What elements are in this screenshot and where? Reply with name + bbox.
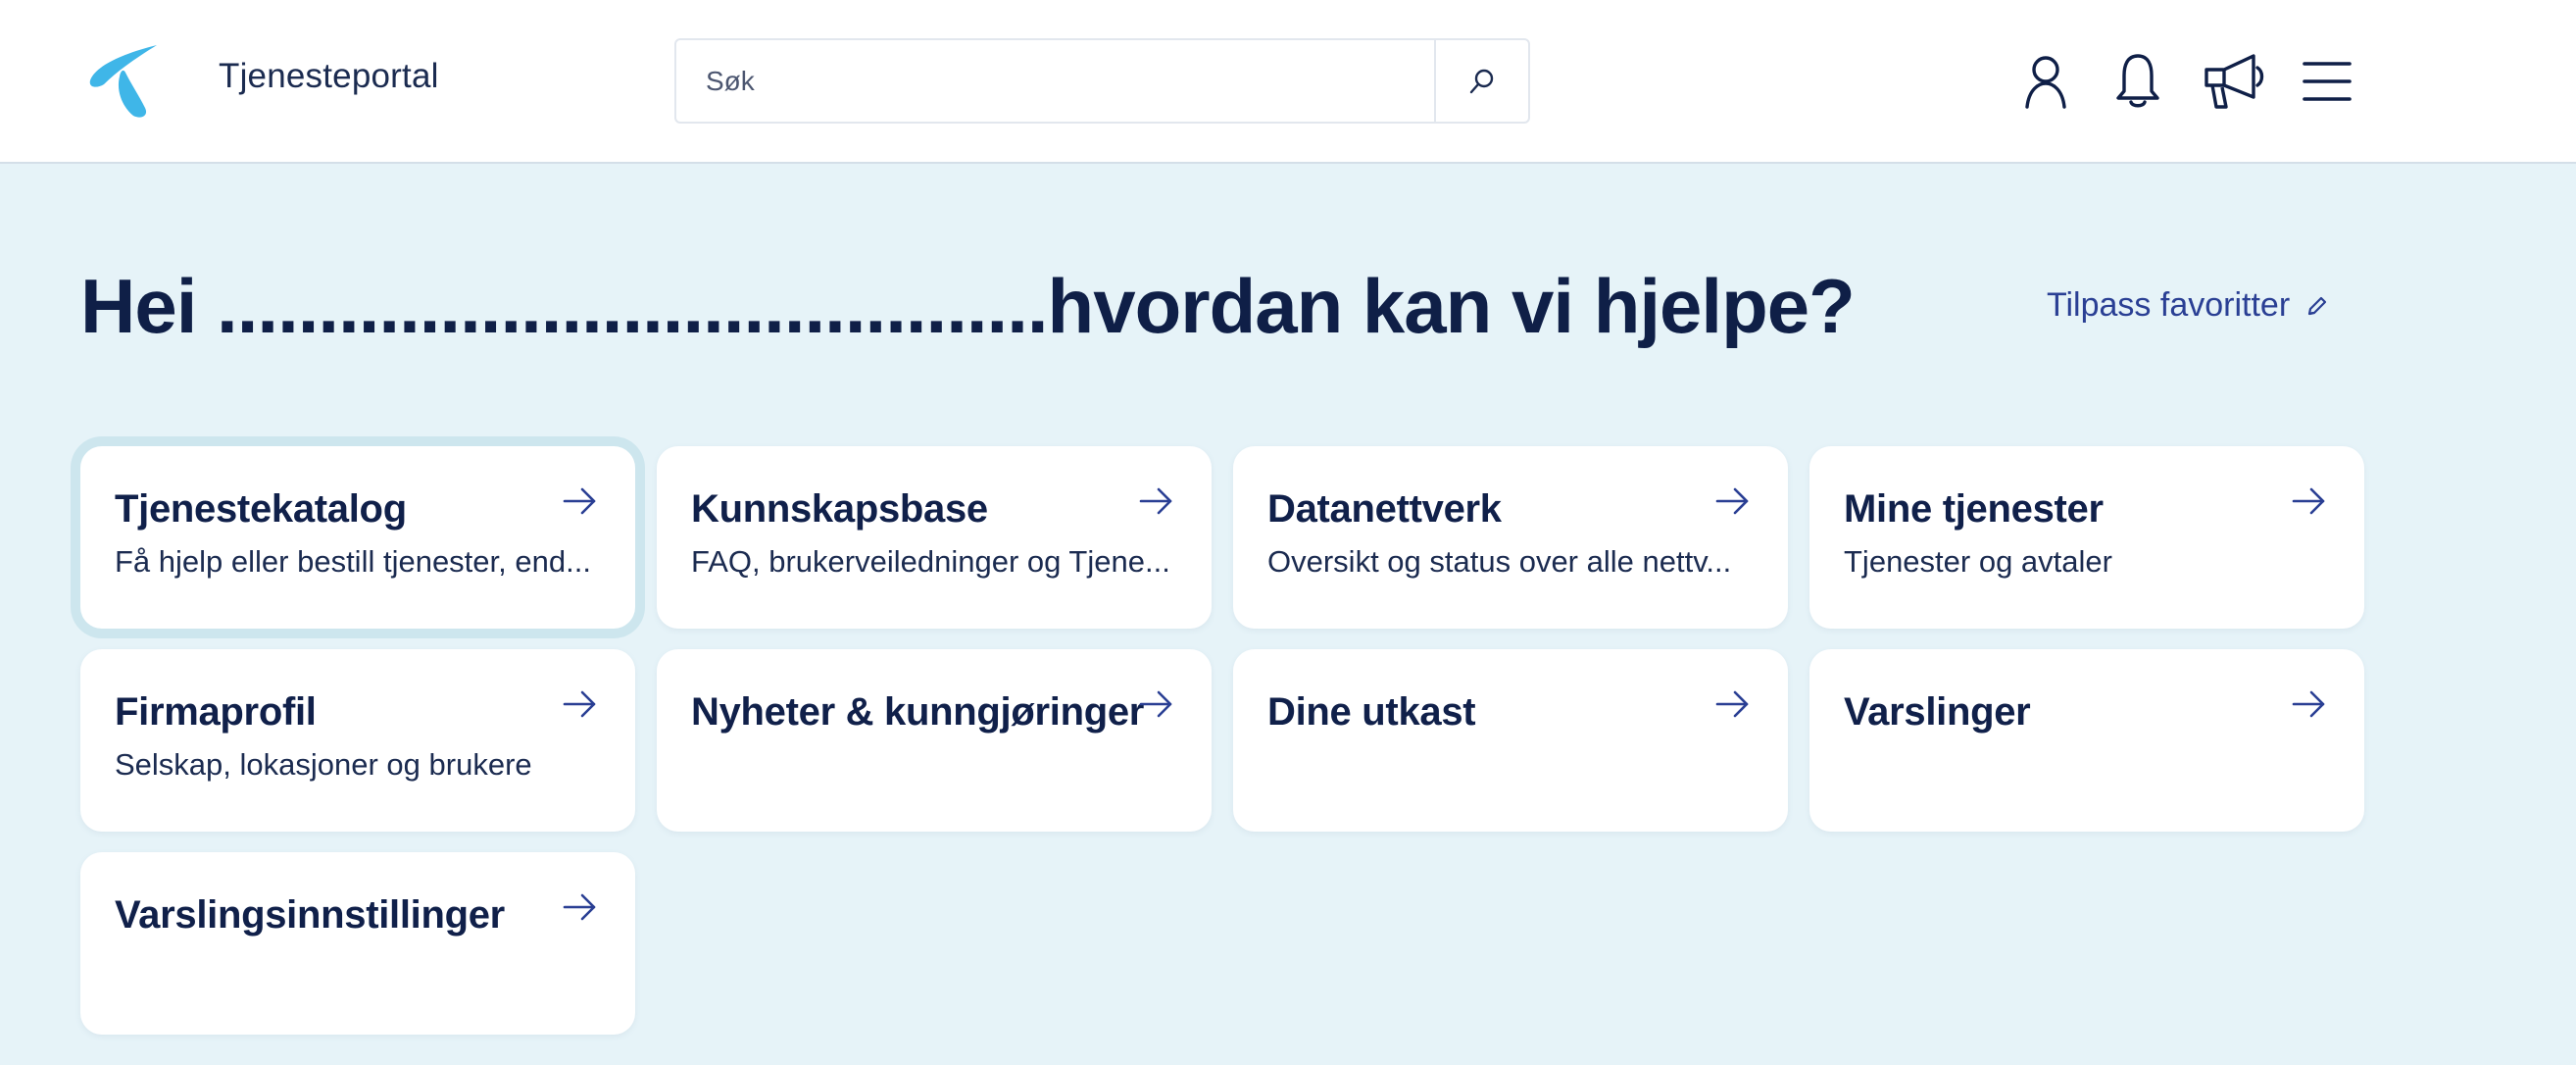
favorite-card[interactable]: Tjenestekatalog Få hjelp eller bestill tj… [80, 446, 635, 629]
customize-favorites-label: Tilpass favoritter [2047, 286, 2291, 324]
favorite-card-subtitle: Tjenester og avtaler [1844, 544, 2112, 579]
arrow-right-icon [1715, 690, 1749, 718]
favorite-card-title: Kunnskapsbase [691, 487, 988, 531]
favorite-card[interactable]: Datanettverk Oversikt og status over alle… [1233, 446, 1788, 629]
favorite-card[interactable]: Dine utkast [1233, 649, 1788, 832]
arrow-right-icon [563, 487, 596, 515]
favorite-card[interactable]: Nyheter & kunngjøringer [657, 649, 1212, 832]
user-icon[interactable] [2021, 47, 2070, 116]
search-bar [674, 38, 1530, 124]
customize-favorites-link[interactable]: Tilpass favoritter [2047, 286, 2329, 325]
greeting-heading: Hei ....................................… [80, 263, 1856, 349]
arrow-right-icon [2292, 487, 2325, 515]
portal-title[interactable]: Tjenesteportal [219, 57, 439, 96]
bell-icon[interactable] [2113, 47, 2162, 116]
favorite-card-subtitle: Få hjelp eller bestill tjenester, end... [115, 544, 591, 579]
favorite-card-title: Nyheter & kunngjøringer [691, 690, 1145, 734]
search-button[interactable] [1434, 40, 1528, 122]
favorite-card-title: Tjenestekatalog [115, 487, 407, 531]
favorite-card[interactable]: Mine tjenester Tjenester og avtaler [1809, 446, 2364, 629]
pencil-icon [2308, 296, 2327, 315]
top-header: Tjenesteportal [0, 0, 2576, 164]
favorite-card-title: Dine utkast [1267, 690, 1476, 734]
favorite-card-title: Varslinger [1844, 690, 2031, 734]
favorite-card-subtitle: Oversikt og status over alle nettv... [1267, 544, 1732, 579]
main-content: Hei ....................................… [0, 164, 2576, 1065]
company-logo-icon[interactable] [82, 41, 165, 120]
arrow-right-icon [2292, 690, 2325, 718]
search-input[interactable] [676, 40, 1434, 122]
favorite-card[interactable]: Varslingsinnstillinger [80, 852, 635, 1035]
arrow-right-icon [563, 893, 596, 921]
favorite-card-subtitle: Selskap, lokasjoner og brukere [115, 747, 532, 782]
hamburger-menu-icon[interactable] [2302, 47, 2353, 116]
favorite-card[interactable]: Firmaprofil Selskap, lokasjoner og bruker… [80, 649, 635, 832]
favorite-card-subtitle: FAQ, brukerveiledninger og Tjene... [691, 544, 1170, 579]
favorite-card-title: Varslingsinnstillinger [115, 893, 505, 937]
arrow-right-icon [1139, 487, 1172, 515]
arrow-right-icon [1715, 487, 1749, 515]
favorite-card-title: Firmaprofil [115, 690, 317, 734]
arrow-right-icon [563, 690, 596, 718]
search-icon [1469, 69, 1494, 93]
favorite-card-title: Mine tjenester [1844, 487, 2104, 531]
favorite-card[interactable]: Kunnskapsbase FAQ, brukerveiledninger og … [657, 446, 1212, 629]
favorite-card[interactable]: Varslinger [1809, 649, 2364, 832]
megaphone-icon[interactable] [2202, 47, 2268, 116]
arrow-right-icon [1139, 690, 1172, 718]
favorite-card-title: Datanettverk [1267, 487, 1502, 531]
